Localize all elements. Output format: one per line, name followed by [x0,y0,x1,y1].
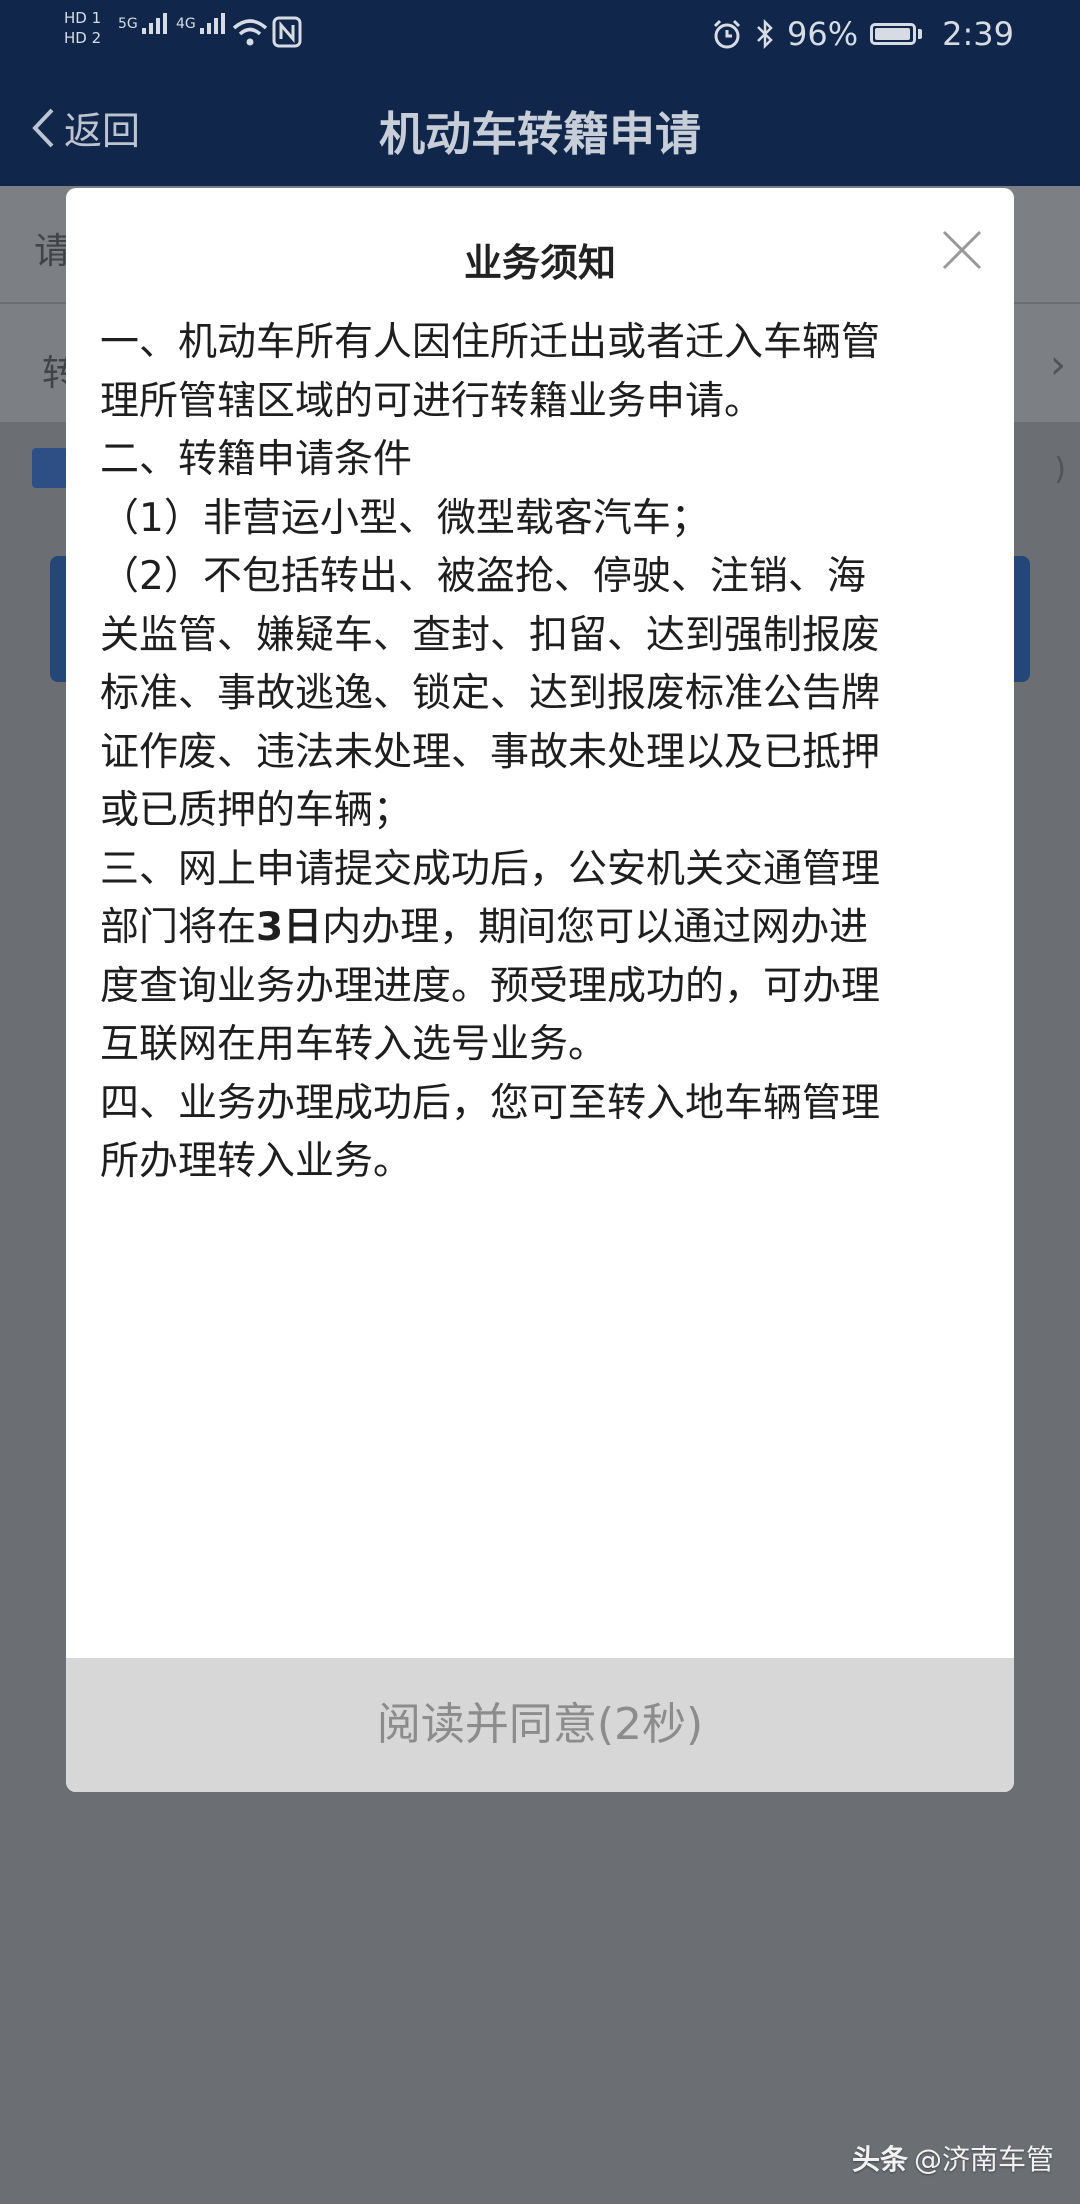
notice-dialog: 业务须知 一、机动车所有人因住所迁出或者迁入车辆管 理所管辖区域的可进行转籍业务… [66,188,1014,1792]
notice-line: 互联网在用车转入选号业务。 [100,1022,608,1067]
nav-bar: 返回 机动车转籍申请 [0,66,1080,186]
network-4g-label: 4G [176,12,228,36]
dialog-title: 业务须知 [463,241,616,285]
processing-days: 3日 [256,905,323,950]
status-right: 96% 2:39 [711,14,1014,54]
notice-line: （2）不包括转出、被盗抢、停驶、注销、海 [100,554,866,599]
notice-text: 部门将在 [100,905,257,950]
close-icon[interactable] [940,228,984,272]
notice-line: 关监管、嫌疑车、查封、扣留、达到强制报废 [100,612,881,658]
notice-text: 内办理，期间您可以通过网办进 [322,905,869,950]
notice-line: 部门将在3日内办理，期间您可以通过网办进 [100,899,990,958]
watermark-account: @济南车管 [913,2143,1054,2176]
status-bar: HD 1 HD 2 5G 4G 96% 2:39 [0,0,1080,66]
wifi-icon [232,19,268,46]
network-5g-label: 5G [118,12,170,36]
sim-indicators: HD 1 HD 2 [64,8,101,48]
read-and-agree-button[interactable]: 阅读并同意(2秒) [66,1658,1014,1792]
battery-percent: 96% [787,15,859,53]
nfc-icon [272,16,302,48]
underlying-checkbox [32,448,68,488]
notice-line: 一、机动车所有人因住所迁出或者迁入车辆管 [100,320,881,365]
notice-body: 一、机动车所有人因住所迁出或者迁入车辆管 理所管辖区域的可进行转籍业务申请。 二… [100,314,990,1192]
notice-line: 度查询业务办理进度。预受理成功的，可办理 [100,963,881,1009]
notice-line: 理所管辖区域的可进行转籍业务申请。 [100,378,764,424]
sim2-label: HD 2 [64,29,102,47]
notice-line: 标准、事故逃逸、锁定、达到报废标准公告牌 [100,671,881,716]
underlying-paren: ) [1054,452,1066,487]
alarm-icon [713,19,741,49]
notice-line: （1）非营运小型、微型载客汽车； [100,495,710,541]
notice-line: 或已质押的车辆； [100,788,413,833]
notice-line: 证作废、违法未处理、事故未处理以及已抵押 [100,729,881,775]
page-title: 机动车转籍申请 [379,107,701,161]
notice-line: 三、网上申请提交成功后，公安机关交通管理 [100,846,881,892]
watermark: 头条 @济南车管 [852,2138,1054,2178]
signal-bars-icon [200,13,226,34]
sim1-label: HD 1 [64,9,102,27]
battery-icon [870,23,917,45]
watermark-brand: 头条 [851,2143,908,2176]
underlying-row-text: 请 [34,231,71,272]
clock-time: 2:39 [942,15,1014,53]
chevron-right-icon: › [1050,342,1066,388]
notice-line: 二、转籍申请条件 [100,437,413,482]
signal-bars-icon [142,13,168,34]
bluetooth-icon [757,18,773,50]
notice-line: 四、业务办理成功后，您可至转入地车辆管理 [100,1080,881,1126]
notice-line: 所办理转入业务。 [100,1139,413,1184]
battery-tip [918,29,923,39]
